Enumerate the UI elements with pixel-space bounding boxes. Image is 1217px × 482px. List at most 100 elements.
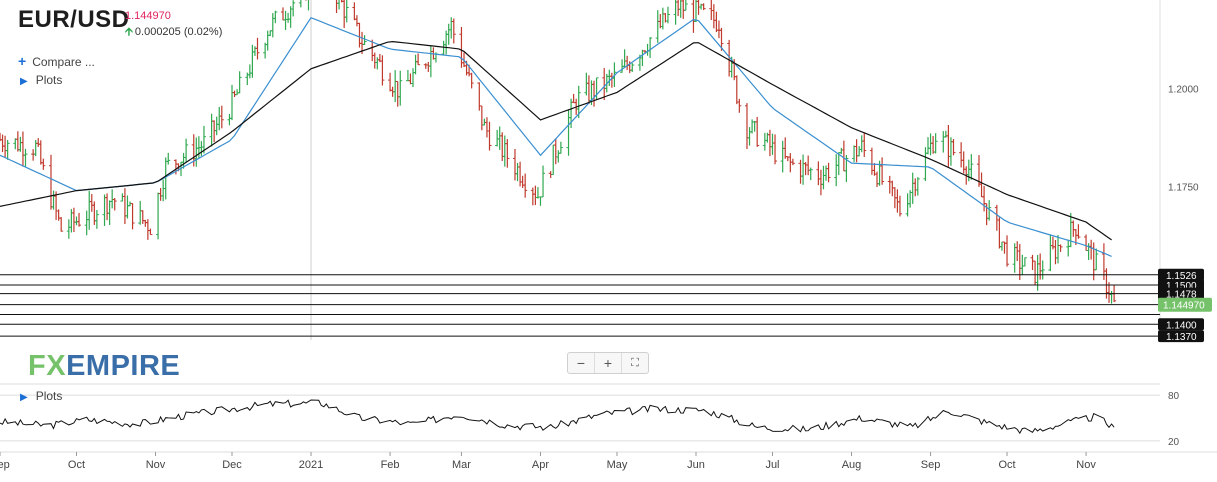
ohlc-bar bbox=[337, 0, 340, 10]
ohlc-bar bbox=[405, 69, 410, 82]
ohlc-bar bbox=[806, 155, 811, 176]
ohlc-bar bbox=[469, 72, 474, 89]
ohlc-bar bbox=[411, 68, 416, 88]
ohlc-bar bbox=[701, 3, 706, 11]
ohlc-bar bbox=[122, 188, 127, 225]
ohlc-bar bbox=[1038, 253, 1043, 280]
time-tick-label: Apr bbox=[532, 459, 549, 471]
ohlc-bar bbox=[523, 173, 528, 198]
price-change-value: 0.000205 (0.02%) bbox=[134, 26, 223, 38]
ohlc-bar bbox=[0, 134, 5, 153]
ohlc-bar bbox=[941, 131, 946, 153]
ohlc-bar bbox=[1005, 235, 1010, 267]
time-tick-label: 2021 bbox=[299, 459, 323, 471]
ohlc-bar bbox=[520, 175, 525, 188]
ohlc-bar bbox=[862, 133, 867, 157]
ohlc-bar bbox=[446, 23, 451, 45]
ohlc-bar bbox=[744, 103, 749, 149]
indicator-tick-label: 20 bbox=[1168, 437, 1180, 448]
ohlc-bar bbox=[1109, 290, 1114, 304]
ohlc-bar bbox=[515, 162, 520, 182]
plots-toggle[interactable]: ▶ Plots bbox=[20, 73, 62, 87]
ohlc-bar bbox=[512, 149, 517, 181]
ohlc-bar bbox=[235, 89, 240, 96]
time-tick-label: Nov bbox=[146, 459, 166, 471]
last-price: 1.144970 bbox=[125, 10, 171, 22]
symbol-header: EUR/USD bbox=[18, 6, 130, 34]
ohlc-bar bbox=[880, 157, 885, 185]
time-tick-label: Oct bbox=[998, 459, 1015, 471]
ohlc-bar bbox=[859, 135, 864, 153]
horizontal-levels[interactable]: 1.15261.15001.14781.14001.13701.144970 bbox=[0, 268, 1212, 343]
ohlc-bar bbox=[630, 63, 635, 72]
ohlc-bar bbox=[194, 137, 199, 167]
ohlc-bar bbox=[36, 138, 41, 147]
fullscreen-icon[interactable]: ⛶ bbox=[622, 353, 648, 373]
ohlc-bar bbox=[252, 46, 257, 56]
ohlc-bar bbox=[459, 26, 464, 68]
ohlc-bar bbox=[780, 140, 785, 173]
ohlc-bar bbox=[423, 63, 428, 69]
ohlc-bar bbox=[31, 149, 36, 161]
ohlc-bar bbox=[408, 73, 413, 85]
ohlc-bar bbox=[734, 75, 739, 105]
ohlc-bar bbox=[788, 153, 793, 173]
grid bbox=[0, 0, 1217, 453]
ohlc-bar bbox=[905, 193, 910, 217]
ohlc-bar bbox=[648, 37, 653, 58]
time-tick-label: Aug bbox=[842, 459, 862, 471]
indicator-line bbox=[0, 399, 1115, 435]
ohlc-bar bbox=[839, 147, 844, 155]
ohlc-bar bbox=[655, 10, 660, 43]
ohlc-bar bbox=[556, 150, 561, 163]
ohlc-bar bbox=[41, 158, 46, 170]
play-triangle-icon: ▶ bbox=[20, 76, 28, 87]
ohlc-bar bbox=[66, 219, 71, 239]
ohlc-bar bbox=[660, 7, 665, 30]
last-price-label: 1.144970 bbox=[1163, 301, 1205, 312]
ohlc-bar bbox=[961, 151, 966, 174]
ohlc-bar bbox=[497, 126, 502, 150]
ohlc-bar bbox=[553, 138, 558, 165]
indicator-tick-label: 80 bbox=[1168, 391, 1180, 402]
ohlc-bar bbox=[380, 55, 385, 86]
ohlc-bar bbox=[752, 120, 757, 132]
ohlc-bar bbox=[711, 4, 716, 29]
ohlc-bar bbox=[897, 195, 902, 217]
ohlc-bar bbox=[484, 117, 489, 138]
ohlc-bar bbox=[803, 162, 808, 176]
ohlc-bar bbox=[354, 15, 359, 27]
ohlc-bar bbox=[48, 154, 53, 210]
ohlc-bar bbox=[854, 139, 859, 163]
indicator-plots-toggle[interactable]: ▶ Plots bbox=[20, 389, 62, 403]
fxempire-logo: FXEMPIRE bbox=[28, 350, 180, 383]
ohlc-bar bbox=[979, 172, 984, 198]
ohlc-bar bbox=[94, 210, 99, 229]
ohlc-bar bbox=[714, 11, 719, 33]
ohlc-bar bbox=[250, 44, 255, 78]
ohlc-bar bbox=[393, 70, 398, 103]
plus-icon: + bbox=[18, 53, 27, 69]
zoom-out-button[interactable]: − bbox=[568, 353, 595, 373]
ohlc-bar bbox=[773, 134, 778, 165]
ohlc-bar bbox=[413, 54, 418, 75]
ohlc-bar bbox=[227, 113, 232, 126]
ohlc-bar bbox=[89, 194, 94, 212]
ohlc-bar bbox=[416, 53, 421, 66]
ohlc-bar bbox=[426, 61, 431, 72]
logo-empire: EMPIRE bbox=[66, 350, 181, 382]
time-tick-label: Jul bbox=[765, 459, 779, 471]
ohlc-bar bbox=[747, 127, 752, 146]
compare-button[interactable]: + Compare ... bbox=[18, 53, 95, 69]
ohlc-bar bbox=[887, 175, 892, 194]
ohlc-bar bbox=[808, 167, 813, 181]
zoom-in-button[interactable]: + bbox=[595, 353, 622, 373]
price-chart[interactable]: 1.15261.15001.14781.14001.13701.144970 1… bbox=[0, 0, 1217, 482]
ohlc-bar bbox=[551, 144, 556, 175]
time-tick-label: Nov bbox=[1076, 459, 1096, 471]
indicator-pane: 80 20 bbox=[0, 391, 1180, 448]
ohlc-bar bbox=[518, 161, 523, 187]
time-tick-label: Sep bbox=[0, 459, 10, 471]
ohlc-bar bbox=[112, 198, 117, 211]
time-tick-label: May bbox=[607, 459, 628, 471]
